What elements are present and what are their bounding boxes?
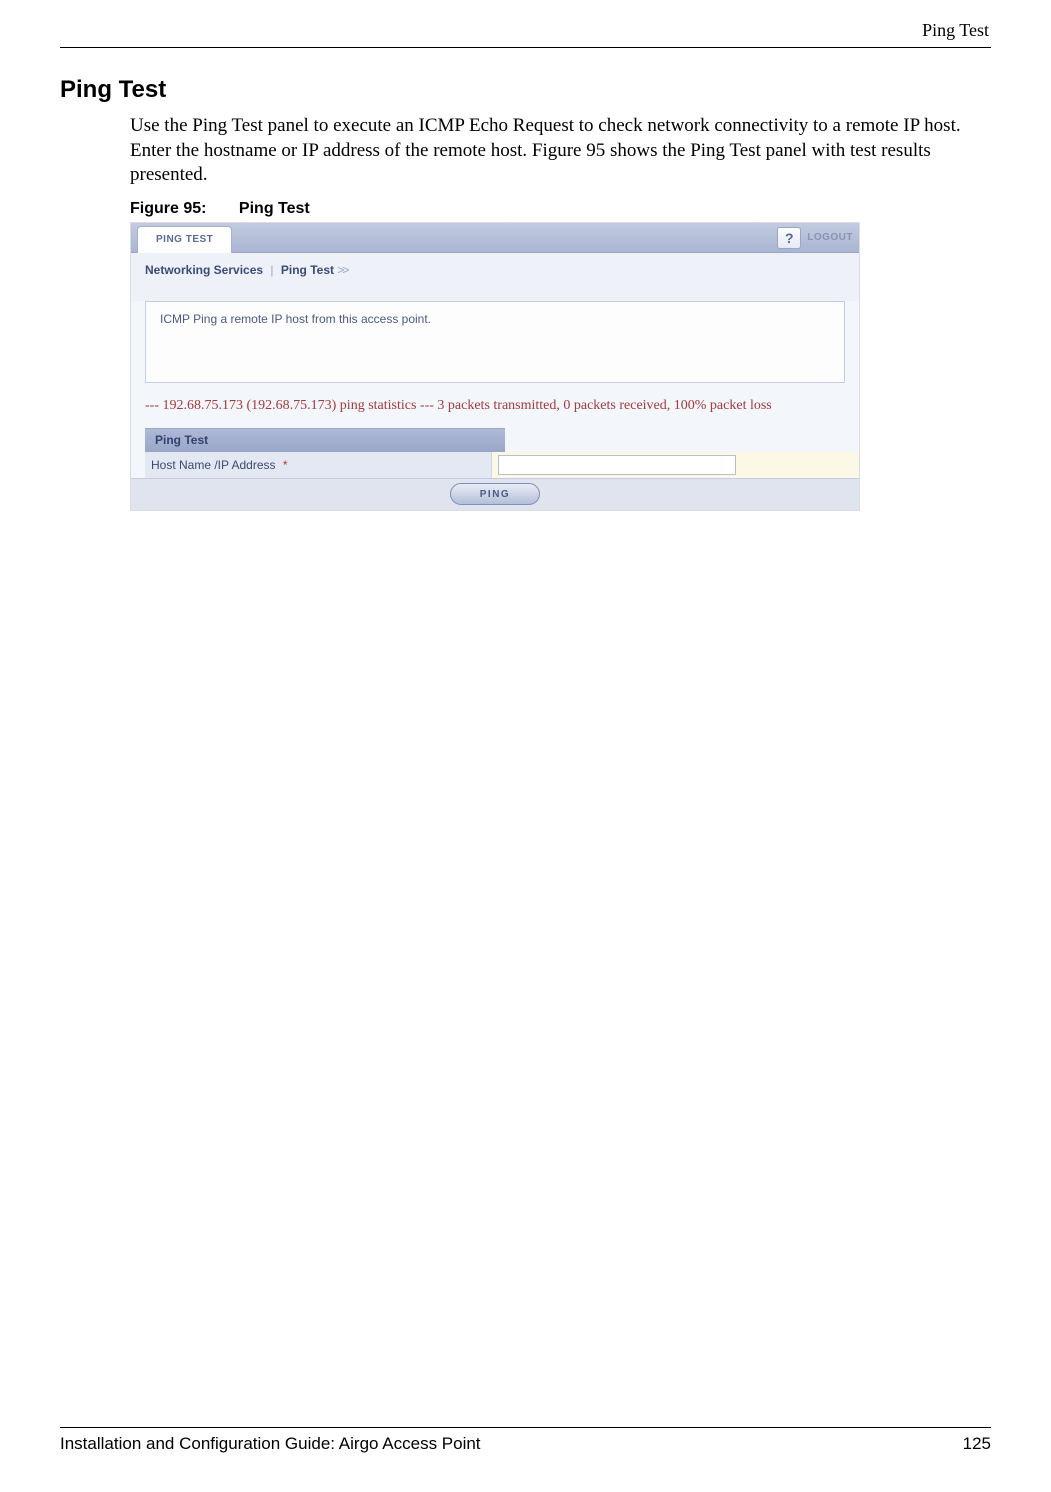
footer-page-number: 125 [963, 1434, 991, 1454]
required-asterisk: * [283, 458, 288, 472]
figure-label: Figure 95: [130, 200, 206, 217]
ping-result-text: --- 192.68.75.173 (192.68.75.173) ping s… [145, 397, 845, 416]
help-icon: ? [785, 230, 794, 246]
tab-ping-test[interactable]: PING TEST [137, 226, 232, 253]
host-input-wrap [491, 452, 859, 478]
page-footer: Installation and Configuration Guide: Ai… [60, 1427, 991, 1454]
ping-button-label: PING [480, 489, 510, 500]
footer-left: Installation and Configuration Guide: Ai… [60, 1434, 481, 1454]
breadcrumb-part1: Networking Services [145, 263, 263, 277]
breadcrumb: Networking Services | Ping Test >> [131, 253, 859, 301]
page-header-text: Ping Test [922, 20, 989, 40]
body-paragraph: Use the Ping Test panel to execute an IC… [130, 114, 987, 188]
form-row-host: Host Name /IP Address * [145, 452, 859, 478]
breadcrumb-arrows-icon: >> [337, 263, 347, 277]
breadcrumb-part2: Ping Test [281, 263, 334, 277]
host-input[interactable] [498, 455, 736, 475]
ping-test-section-header: Ping Test [145, 428, 505, 452]
figure-caption: Figure 95: Ping Test [130, 200, 991, 218]
tab-bar: PING TEST ? LOGOUT [131, 223, 859, 253]
figure-screenshot: PING TEST ? LOGOUT Networking Services |… [130, 222, 860, 511]
section-heading: Ping Test [2, 76, 991, 104]
ping-button[interactable]: PING [450, 483, 540, 505]
help-button[interactable]: ? [777, 227, 801, 249]
tab-bar-right: ? LOGOUT [777, 223, 853, 252]
button-row: PING [131, 478, 859, 510]
breadcrumb-sep: | [270, 263, 273, 277]
figure-title: Ping Test [239, 200, 310, 217]
description-text: ICMP Ping a remote IP host from this acc… [160, 312, 431, 326]
logout-link[interactable]: LOGOUT [807, 232, 853, 243]
host-field-label: Host Name /IP Address * [145, 458, 491, 472]
host-label-text: Host Name /IP Address [151, 458, 276, 472]
page-header: Ping Test [60, 20, 991, 48]
description-box: ICMP Ping a remote IP host from this acc… [145, 301, 845, 383]
tab-label: PING TEST [156, 234, 213, 245]
